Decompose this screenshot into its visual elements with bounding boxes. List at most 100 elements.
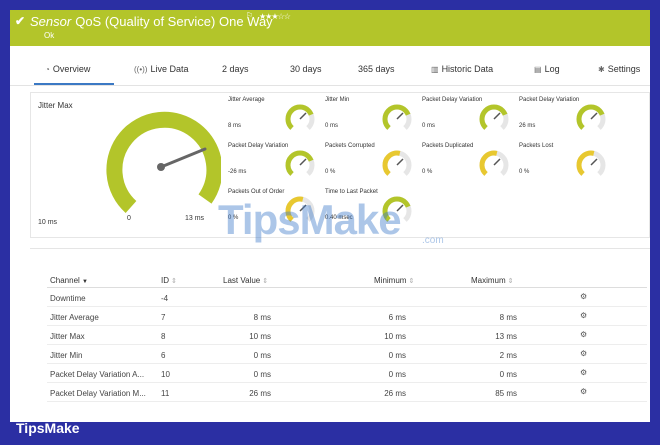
small-gauge-dial: [382, 104, 412, 130]
small-gauge-value: 0 ms: [422, 123, 436, 129]
cell-id: 8: [161, 332, 166, 341]
flag-icon[interactable]: ⚐: [246, 11, 253, 20]
tab-overview[interactable]: ◔ Overview: [45, 64, 90, 74]
small-gauge-value: 0 ms: [325, 123, 339, 129]
small-gauge-dial: [285, 150, 315, 176]
cell-id: 11: [161, 389, 170, 398]
channels-table: Channel ▼ ID ⇕ Last Value ⇕ Minimum ⇕ Maxim…: [47, 270, 647, 402]
cell-max: 0 ms: [499, 370, 517, 379]
cell-channel: Downtime: [50, 294, 86, 303]
cell-id: -4: [161, 294, 169, 303]
col-id[interactable]: ID ⇕: [161, 276, 177, 285]
cell-last: 8 ms: [253, 313, 271, 322]
site-logo: TipsMake: [16, 420, 80, 436]
small-gauge-label: Packets Lost: [519, 143, 554, 149]
small-gauge[interactable]: Jitter Average 8 ms: [228, 97, 324, 141]
cell-min: 0 ms: [388, 351, 406, 360]
small-gauge-dial: [576, 150, 606, 176]
overview-icon: ◔: [45, 65, 50, 74]
cell-min: 10 ms: [384, 332, 406, 341]
cell-channel: Packet Delay Variation M...: [50, 389, 146, 398]
table-body: Downtime -4 ⚙ Jitter Average 7 8 ms 6 ms 8 ms ⚙ J…: [47, 288, 647, 402]
main-gauge: [106, 111, 221, 213]
sort-icon: ⇕: [262, 278, 269, 285]
small-gauge[interactable]: Packet Delay Variation 0 ms: [422, 97, 518, 141]
channel-settings-icon[interactable]: ⚙: [580, 292, 587, 301]
small-gauge-value: 0 %: [519, 169, 530, 175]
small-gauge-dial: [576, 104, 606, 130]
cell-max: 13 ms: [495, 332, 517, 341]
small-gauge-label: Jitter Min: [325, 97, 350, 103]
channel-settings-icon[interactable]: ⚙: [580, 311, 587, 320]
col-channel[interactable]: Channel ▼: [50, 276, 88, 285]
small-gauge-value: 0 %: [325, 169, 336, 175]
sensor-page: ✔ Sensor QoS (Quality of Service) One Way…: [10, 10, 650, 422]
small-gauge-dial: [285, 104, 315, 130]
col-maximum[interactable]: Maximum ⇕: [471, 276, 514, 285]
table-row[interactable]: Jitter Min 6 0 ms 0 ms 2 ms ⚙: [47, 345, 647, 364]
table-row[interactable]: Jitter Average 7 8 ms 6 ms 8 ms ⚙: [47, 307, 647, 326]
small-gauge-label: Jitter Average: [228, 97, 265, 103]
table-row[interactable]: Packet Delay Variation M... 11 26 ms 26 ms 8…: [47, 383, 647, 402]
channel-settings-icon[interactable]: ⚙: [580, 387, 587, 396]
table-row[interactable]: Jitter Max 8 10 ms 10 ms 13 ms ⚙: [47, 326, 647, 345]
channel-settings-icon[interactable]: ⚙: [580, 330, 587, 339]
cell-channel: Packet Delay Variation A...: [50, 370, 145, 379]
small-gauge-dial: [479, 104, 509, 130]
sort-desc-icon: ▼: [82, 279, 88, 285]
historic-data-icon: ▥: [431, 65, 439, 74]
cell-last: 26 ms: [249, 389, 271, 398]
page-title: Sensor QoS (Quality of Service) One Way: [30, 14, 273, 29]
main-gauge-title: Jitter Max: [38, 101, 73, 110]
sensor-word: Sensor: [30, 14, 72, 29]
col-last-value[interactable]: Last Value ⇕: [223, 276, 268, 285]
small-gauge[interactable]: Packet Delay Variation -26 ms: [228, 143, 324, 187]
cell-channel: Jitter Min: [50, 351, 83, 360]
tab-live-data[interactable]: ((•)) Live Data: [134, 64, 189, 74]
sort-icon: ⇕: [171, 278, 177, 285]
status-check-icon: ✔: [15, 14, 26, 28]
small-gauge[interactable]: Packets Duplicated 0 %: [422, 143, 518, 187]
cell-max: 2 ms: [499, 351, 517, 360]
tab-30-days[interactable]: 30 days: [290, 64, 322, 74]
small-gauge[interactable]: Packets Lost 0 %: [519, 143, 615, 187]
tab-historic-data[interactable]: ▥ Historic Data: [431, 64, 493, 74]
small-gauge-label: Packet Delay Variation: [422, 97, 483, 103]
small-gauge[interactable]: Jitter Min 0 ms: [325, 97, 421, 141]
small-gauge-label: Packets Duplicated: [422, 143, 474, 149]
cell-id: 6: [161, 351, 166, 360]
live-data-icon: ((•)): [134, 65, 148, 74]
cell-min: 6 ms: [388, 313, 406, 322]
settings-icon: ✱: [598, 65, 605, 74]
tab-2-days[interactable]: 2 days: [222, 64, 249, 74]
cell-min: 26 ms: [384, 389, 406, 398]
small-gauge[interactable]: Packet Delay Variation 26 ms: [519, 97, 615, 141]
small-gauge-value: -26 ms: [228, 169, 247, 175]
table-row[interactable]: Downtime -4 ⚙: [47, 288, 647, 307]
tab-log[interactable]: ▤ Log: [534, 64, 560, 74]
col-minimum[interactable]: Minimum ⇕: [374, 276, 414, 285]
sort-icon: ⇕: [507, 278, 514, 285]
priority-stars[interactable]: ★★★☆☆: [259, 12, 291, 21]
channel-settings-icon[interactable]: ⚙: [580, 349, 587, 358]
table-row[interactable]: Packet Delay Variation A... 10 0 ms 0 ms 0 m…: [47, 364, 647, 383]
cell-channel: Jitter Average: [50, 313, 99, 322]
small-gauge-dial: [382, 150, 412, 176]
log-icon: ▤: [534, 65, 542, 74]
small-gauge-value: 0 %: [422, 169, 433, 175]
small-gauge-label: Packets Out of Order: [228, 189, 285, 195]
sort-icon: ⇕: [408, 278, 415, 285]
tab-settings[interactable]: ✱ Settings: [598, 64, 640, 74]
section-divider: [30, 248, 650, 249]
table-header: Channel ▼ ID ⇕ Last Value ⇕ Minimum ⇕ Maxim…: [47, 270, 647, 288]
tab-365-days[interactable]: 365 days: [358, 64, 395, 74]
channel-settings-icon[interactable]: ⚙: [580, 368, 587, 377]
cell-last: 0 ms: [253, 351, 271, 360]
main-gauge-zero: 0: [127, 215, 131, 222]
small-gauge[interactable]: Packets Corrupted 0 %: [325, 143, 421, 187]
cell-id: 10: [161, 370, 170, 379]
watermark-sub: .com: [422, 235, 444, 246]
cell-channel: Jitter Max: [50, 332, 85, 341]
status-text: Ok: [44, 31, 55, 40]
small-gauge-label: Packets Corrupted: [325, 143, 375, 149]
